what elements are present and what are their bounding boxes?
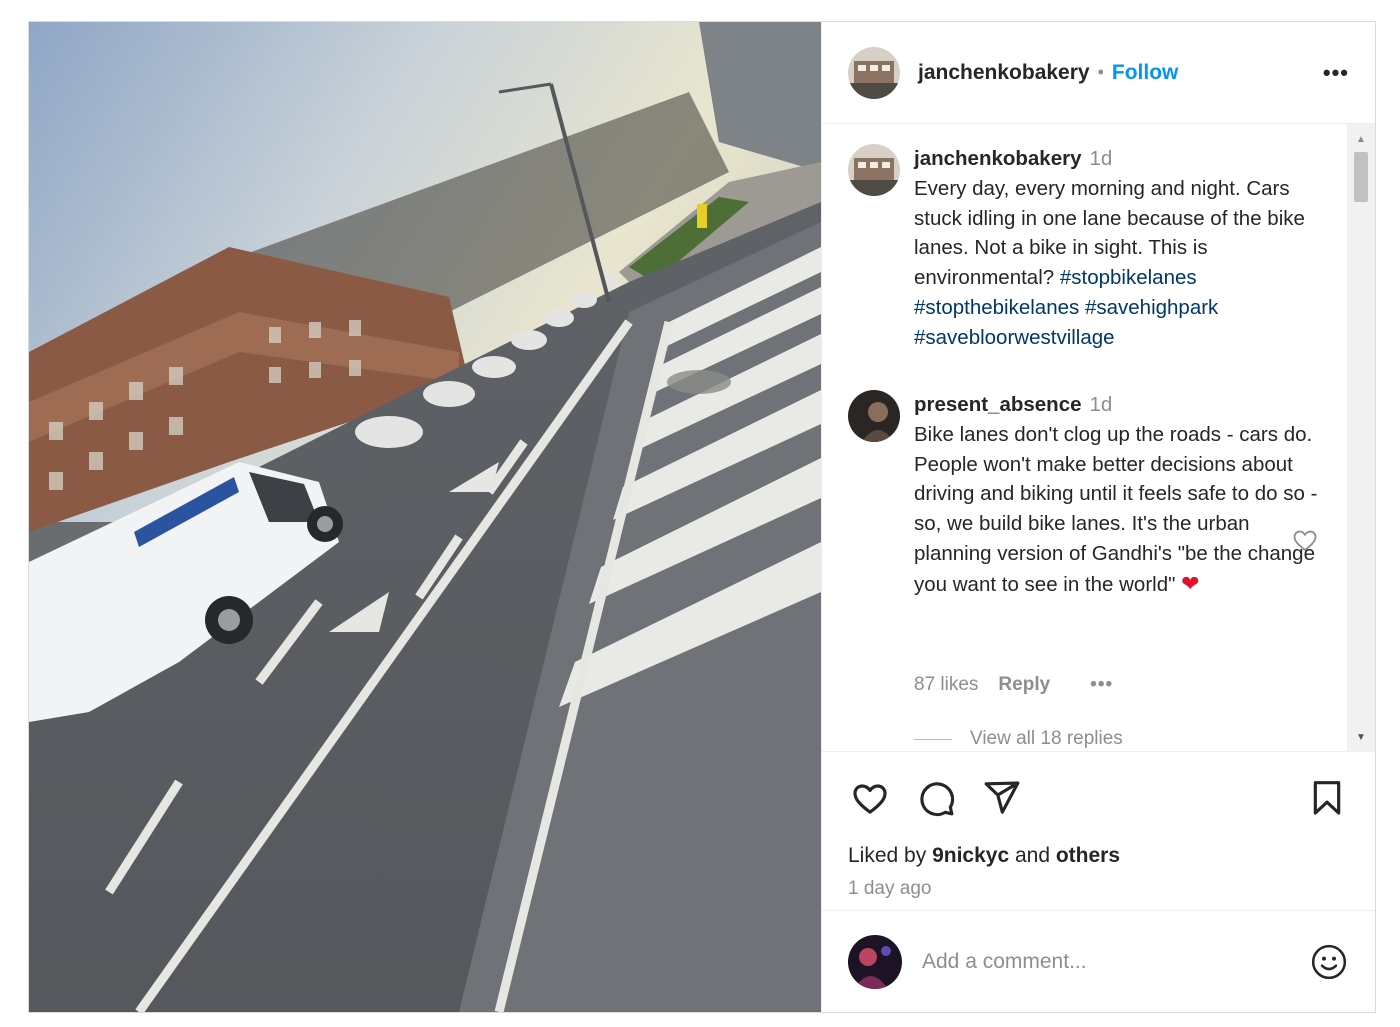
scroll-up-arrow-icon[interactable]: ▲ [1347, 128, 1375, 150]
street-photo-image [29, 22, 821, 1012]
post-timestamp[interactable]: 1 day ago [822, 868, 1375, 900]
avatar-image [848, 144, 900, 196]
liked-by-summary: Liked by 9nickyc and others [822, 844, 1375, 868]
comment-input[interactable] [922, 949, 1299, 974]
caption-body: janchenkobakery 1d Every day, every morni… [914, 144, 1325, 353]
hashtag-link[interactable]: #savebloorwestvillage [914, 326, 1115, 349]
avatar-image [848, 390, 900, 442]
caption: janchenkobakery 1d Every day, every morni… [848, 144, 1325, 353]
comment-item: present_absence 1d Bike lanes don't clog … [848, 390, 1325, 600]
comment-body: present_absence 1d Bike lanes don't clog … [914, 390, 1325, 600]
liked-by-and: and [1014, 844, 1051, 867]
liked-by-prefix: Liked by [848, 844, 927, 867]
hashtag-link[interactable]: #savehighpark [1085, 296, 1218, 319]
avatar-image [848, 46, 900, 99]
share-icon[interactable] [980, 776, 1024, 820]
action-bar [822, 752, 1375, 844]
caption-avatar[interactable] [848, 144, 900, 196]
bookmark-icon[interactable] [1305, 776, 1349, 820]
separator-dot: • [1097, 62, 1104, 82]
liked-by-user-link[interactable]: 9nickyc [932, 844, 1009, 867]
more-options-icon[interactable]: ••• [1323, 60, 1349, 86]
hashtag-link[interactable]: #stopthebikelanes [914, 296, 1079, 319]
comment-meta: 87 likes Reply ••• [914, 674, 1133, 696]
view-replies-button[interactable]: View all 18 replies [914, 728, 1123, 750]
comment-more-icon[interactable]: ••• [1090, 674, 1113, 696]
comment-like-heart-icon[interactable] [1291, 526, 1319, 554]
follow-button[interactable]: Follow [1112, 61, 1179, 85]
scroll-down-arrow-icon[interactable]: ▼ [1347, 726, 1375, 748]
avatar-image [848, 934, 902, 989]
post-photo[interactable] [29, 22, 821, 1012]
author-username[interactable]: janchenkobakery [918, 61, 1090, 85]
comments-panel[interactable]: janchenkobakery 1d Every day, every morni… [822, 124, 1375, 752]
current-user-avatar[interactable] [848, 934, 902, 989]
comment-time: 1d [1089, 393, 1113, 416]
comment-likes-count[interactable]: 87 likes [914, 674, 978, 696]
reply-button[interactable]: Reply [998, 674, 1050, 696]
comment-icon[interactable] [914, 776, 958, 820]
caption-time: 1d [1089, 147, 1113, 170]
post-header: janchenkobakery • Follow ••• [822, 22, 1375, 124]
comments-scrollbar[interactable]: ▲ ▼ [1347, 124, 1375, 751]
liked-by-others-link[interactable]: others [1056, 844, 1120, 867]
add-comment-bar [822, 910, 1375, 1012]
replies-divider-line [914, 738, 952, 740]
view-replies-label: View all 18 replies [970, 728, 1123, 749]
scrollbar-thumb[interactable] [1354, 152, 1368, 202]
caption-username[interactable]: janchenkobakery [914, 147, 1082, 170]
smile-icon[interactable] [1309, 942, 1349, 982]
post-card: janchenkobakery • Follow ••• janchenkoba… [28, 21, 1376, 1013]
comment-text: Bike lanes don't clog up the roads - car… [914, 422, 1318, 596]
post-sidebar: janchenkobakery • Follow ••• janchenkoba… [821, 22, 1375, 1012]
commenter-username[interactable]: present_absence [914, 393, 1082, 416]
hashtag-link[interactable]: #stopbikelanes [1060, 266, 1197, 289]
red-heart-emoji: ❤ [1181, 570, 1200, 596]
heart-icon[interactable] [848, 776, 892, 820]
commenter-avatar[interactable] [848, 390, 900, 442]
author-avatar[interactable] [848, 46, 900, 99]
